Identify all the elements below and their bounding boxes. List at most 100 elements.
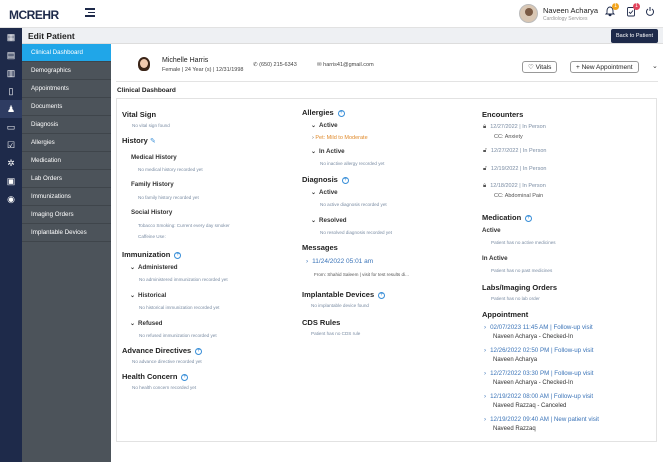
- chevron-right-icon: ›: [306, 258, 309, 265]
- diagnosis-resolved-empty: No resolved diagnosis recorded yet: [320, 230, 393, 235]
- reports-icon[interactable]: ▣: [0, 172, 22, 190]
- vitals-button[interactable]: ♡ Vitals: [522, 61, 558, 73]
- chevron-right-icon: ›: [484, 416, 487, 423]
- diagnosis-active-empty: No active diagnosis recorded yet: [320, 202, 387, 207]
- add-immunization-icon[interactable]: +: [174, 251, 182, 259]
- encounter-item[interactable]: 🔒︎ 12/18/2022 | In Person: [483, 183, 546, 190]
- nav-allergies[interactable]: Allergies: [22, 134, 111, 152]
- edit-icon[interactable]: ✎: [150, 138, 156, 145]
- appointment-provider: Naveen Acharya - Checked-In: [493, 380, 574, 386]
- appointment-item[interactable]: › 12/19/2022 09:40 AM | New patient visit: [484, 416, 599, 423]
- new-appointment-label: New Appointment: [581, 63, 633, 71]
- encounter-item[interactable]: 🔒︎ 12/27/2022 | In Person: [483, 124, 546, 131]
- tasks-icon[interactable]: 1: [626, 3, 640, 19]
- nav-clinical-dashboard[interactable]: Clinical Dashboard: [22, 44, 111, 62]
- vital-sign-heading: Vital Sign: [122, 110, 157, 119]
- user-role: Cardiology Services: [543, 15, 588, 22]
- nav-implantable-devices[interactable]: Implantable Devices: [22, 224, 111, 242]
- back-to-patient-label: Back to Patient: [616, 33, 653, 39]
- immunization-title: Immunization: [122, 250, 171, 259]
- unlock-icon: 🔓︎: [483, 166, 487, 172]
- add-medication-icon[interactable]: +: [525, 214, 533, 222]
- history-heading: History ✎: [122, 136, 156, 145]
- medication-inactive-heading: In Active: [482, 255, 508, 262]
- dashboard-icon[interactable]: ▦: [0, 28, 22, 46]
- appointment-item[interactable]: › 12/26/2022 02:50 PM | Follow-up visit: [484, 347, 593, 354]
- add-diagnosis-icon[interactable]: +: [341, 176, 349, 184]
- historical-heading[interactable]: ⌄ Historical: [130, 292, 166, 299]
- nav-medication[interactable]: Medication: [22, 152, 111, 170]
- notification-bell-icon[interactable]: 1: [604, 3, 619, 19]
- allergies-title: Allergies: [302, 108, 334, 117]
- patients-icon[interactable]: ♟: [0, 100, 22, 118]
- appointment-provider: Naveed Razzaq - Canceled: [493, 403, 567, 409]
- allergy-item[interactable]: › Pet: Mild to Moderate: [312, 135, 368, 141]
- message-item[interactable]: › 11/24/2022 05:01 am: [306, 258, 373, 265]
- chevron-down-icon[interactable]: ⌄: [652, 62, 658, 70]
- refused-heading[interactable]: ⌄ Refused: [130, 320, 162, 327]
- allergies-heading: Allergies +: [302, 108, 345, 117]
- menu-toggle-icon[interactable]: [85, 8, 95, 17]
- calendar-icon[interactable]: ▤: [0, 46, 22, 64]
- appointment-item[interactable]: › 12/19/2022 08:00 AM | Follow-up visit: [484, 393, 593, 400]
- add-allergy-icon[interactable]: +: [337, 109, 345, 117]
- patient-info: Female | 24 Year (s) | 12/31/1998: [162, 67, 244, 73]
- document-icon[interactable]: ▯: [0, 82, 22, 100]
- building-icon[interactable]: ▥: [0, 64, 22, 82]
- appointment-when: 12/19/2022 09:40 AM | New patient visit: [490, 416, 599, 423]
- allergy-inactive-title: In Active: [319, 148, 345, 155]
- appointment-when: 12/19/2022 08:00 AM | Follow-up visit: [490, 393, 594, 400]
- patient-email-value: harris41@gmail.com: [323, 62, 374, 68]
- diagnosis-active-title: Active: [319, 189, 338, 196]
- encounter-item[interactable]: 🔓︎ 12/19/2022 | In Person: [483, 166, 546, 173]
- administered-heading[interactable]: ⌄ Administered: [130, 264, 178, 271]
- lock-icon: 🔒︎: [483, 124, 487, 130]
- vital-sign-empty: No vital sign found: [132, 123, 170, 128]
- allergy-inactive-heading[interactable]: ⌄ In Active: [311, 148, 345, 155]
- cds-rules-heading: CDS Rules: [302, 318, 341, 327]
- chat-icon[interactable]: ▭: [0, 118, 22, 136]
- app-logo[interactable]: MCREHR: [9, 8, 59, 22]
- add-implantable-icon[interactable]: +: [378, 291, 386, 299]
- dashboard-card: Vital Sign No vital sign found History ✎…: [116, 98, 657, 442]
- message-preview: From: Shahid Saleem | visit for test res…: [314, 272, 409, 277]
- clipboard-icon[interactable]: ☑: [0, 136, 22, 154]
- settings-icon[interactable]: ✲: [0, 154, 22, 172]
- advance-directives-empty: No advance directive recorded yet: [132, 359, 202, 364]
- appointment-item[interactable]: › 12/27/2022 03:30 PM | Follow-up visit: [484, 370, 593, 377]
- nav-lab-orders[interactable]: Lab Orders: [22, 170, 111, 188]
- allergy-item-text: Pet: Mild to Moderate: [315, 135, 368, 141]
- lock-icon: 🔒︎: [483, 183, 487, 189]
- medication-active-heading: Active: [482, 227, 501, 234]
- nav-documents[interactable]: Documents: [22, 98, 111, 116]
- tasks-badge: 1: [633, 3, 640, 10]
- allergy-active-heading[interactable]: ⌄ Active: [311, 122, 338, 129]
- chevron-down-icon: ⌄: [311, 123, 317, 129]
- add-health-concern-icon[interactable]: +: [181, 373, 189, 381]
- encounter-item[interactable]: 🔓︎ 12/27/2022 | In Person: [483, 148, 546, 155]
- diagnosis-resolved-title: Resolved: [319, 217, 347, 224]
- nav-immunizations[interactable]: Immunizations: [22, 188, 111, 206]
- medical-history-empty: No medical history recorded yet: [138, 167, 203, 172]
- messages-heading: Messages: [302, 243, 338, 252]
- refused-title: Refused: [138, 320, 163, 327]
- power-icon[interactable]: [645, 6, 655, 19]
- user-profile[interactable]: Naveen Acharya Cardiology Services: [519, 4, 598, 23]
- new-appointment-button[interactable]: + New Appointment: [570, 61, 639, 73]
- help-icon[interactable]: ◉: [0, 190, 22, 208]
- user-avatar[interactable]: [519, 4, 538, 23]
- chevron-down-icon: ⌄: [130, 265, 136, 271]
- diagnosis-heading: Diagnosis +: [302, 175, 349, 184]
- refused-empty: No refused immunization recorded yet: [139, 333, 217, 338]
- page-title: Edit Patient: [28, 31, 75, 41]
- appointment-provider: Naveen Acharya - Checked-In: [493, 334, 574, 340]
- nav-imaging-orders[interactable]: Imaging Orders: [22, 206, 111, 224]
- nav-diagnosis[interactable]: Diagnosis: [22, 116, 111, 134]
- add-advance-directive-icon[interactable]: +: [195, 347, 203, 355]
- nav-appointments[interactable]: Appointments: [22, 80, 111, 98]
- appointment-item[interactable]: › 02/07/2023 11:45 AM | Follow-up visit: [484, 324, 593, 331]
- nav-demographics[interactable]: Demographics: [22, 62, 111, 80]
- diagnosis-resolved-heading[interactable]: ⌄ Resolved: [311, 217, 347, 224]
- diagnosis-active-heading[interactable]: ⌄ Active: [311, 189, 338, 196]
- back-to-patient-button[interactable]: Back to Patient: [611, 29, 658, 43]
